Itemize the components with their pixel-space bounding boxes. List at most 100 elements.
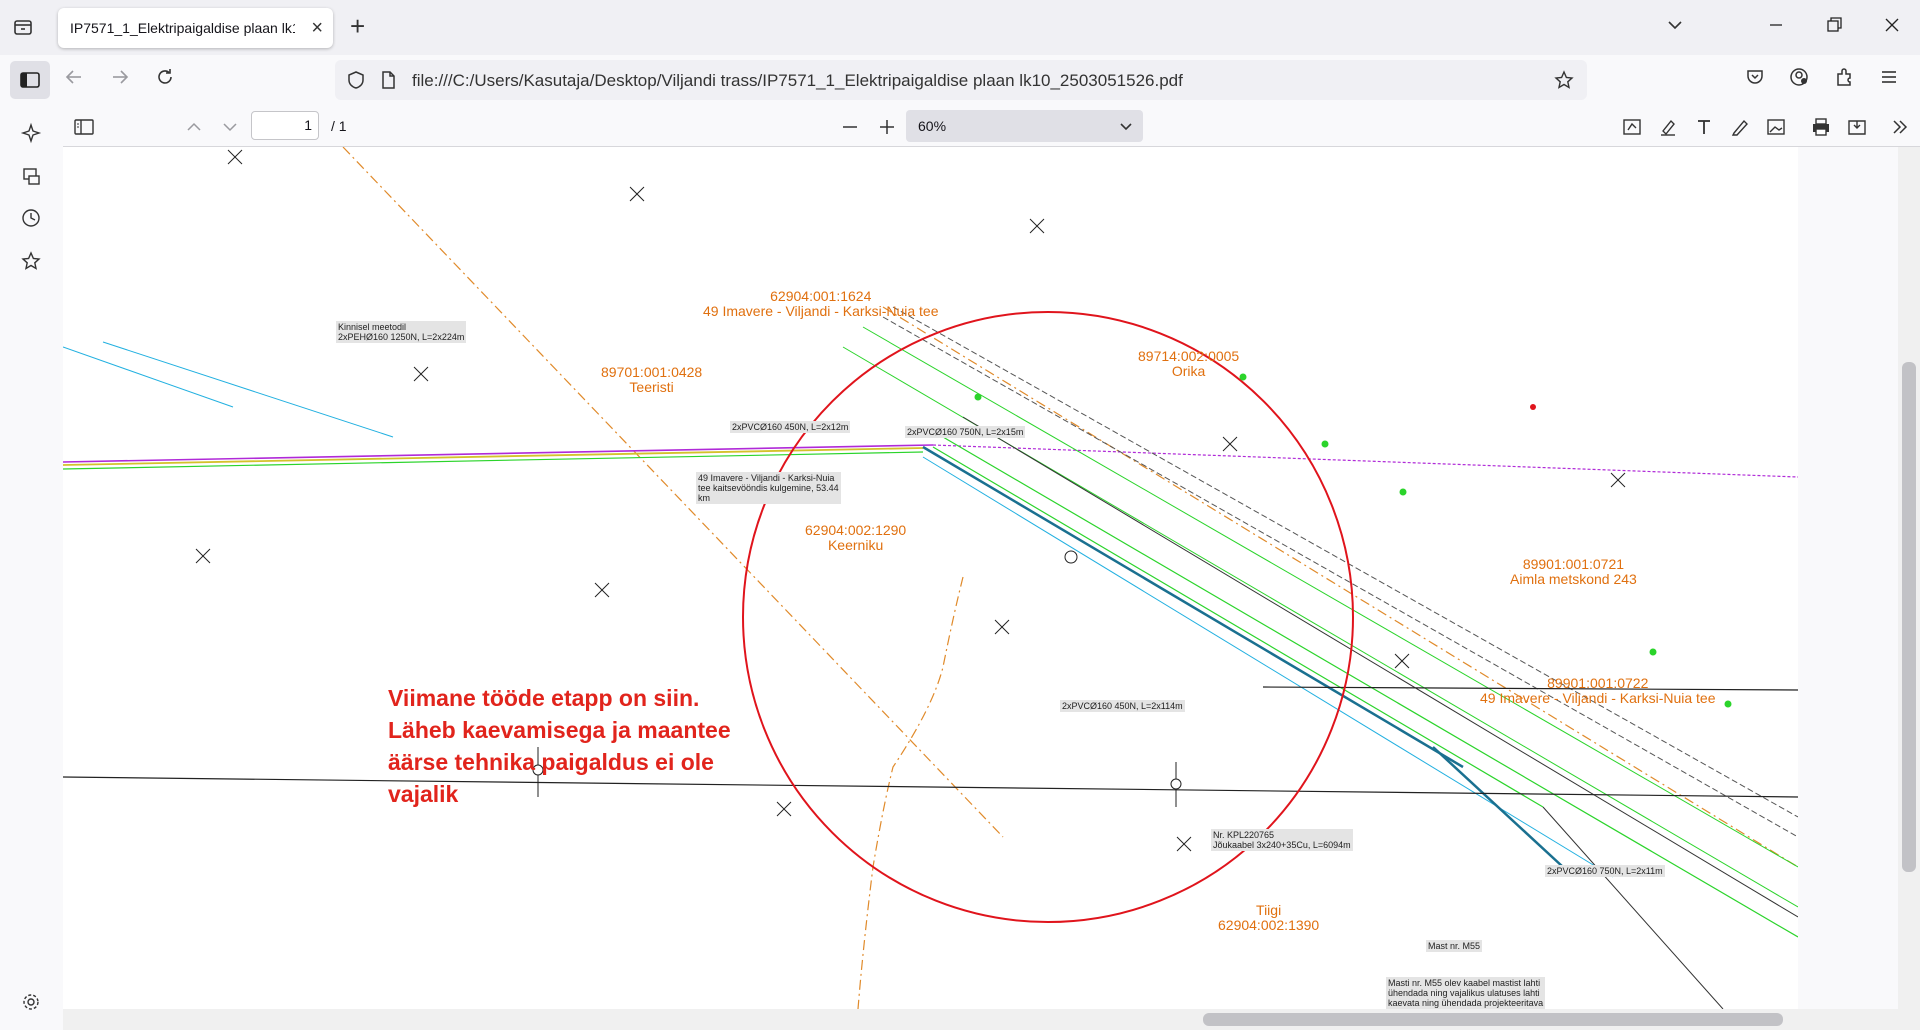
parcel-name: 49 Imavere - Viljandi - Karksi-Nuia tee — [703, 303, 939, 319]
label-line: 2xPEHØ160 1250N, L=2x224m — [338, 332, 465, 342]
forward-icon[interactable] — [109, 66, 131, 94]
parcel-name: Orika — [1171, 363, 1206, 379]
extensions-icon[interactable] — [1833, 66, 1855, 94]
parcel-id: 62904:001:1624 — [770, 288, 872, 304]
label-line: Masti nr. M55 olev kaabel mastist lahti — [1388, 978, 1541, 988]
parcel-id: 62904:002:1390 — [1218, 917, 1320, 933]
shield-icon[interactable] — [345, 69, 367, 91]
sidebar-toggle-button[interactable] — [10, 61, 50, 99]
drawing-label: Masti nr. M55 olev kaabel mastist lahti … — [1386, 977, 1546, 1009]
tools-overflow-icon[interactable] — [1889, 116, 1911, 138]
annotation-line: Läheb kaevamisega ja maantee — [388, 717, 731, 743]
horizontal-scroll-thumb[interactable] — [1203, 1013, 1783, 1026]
parcel-label: 62904:001:1624 49 Imavere - Viljandi - K… — [703, 289, 939, 319]
label-line: Nr. KPL220765 — [1213, 830, 1275, 840]
drawing-label: 2xPVCØ160 450N, L=2x114m — [1060, 700, 1185, 712]
minimize-icon[interactable] — [1765, 14, 1787, 41]
parcel-name: Teeristi — [629, 379, 674, 395]
pdf-sidebar-toggle-icon[interactable] — [73, 116, 95, 138]
drawing-label: Nr. KPL220765 Jõukaabel 3x240+35Cu, L=60… — [1211, 829, 1353, 851]
parcel-id: 89901:001:0721 — [1522, 556, 1625, 572]
tab-close-icon[interactable]: × — [311, 18, 323, 38]
drawing-label: 2xPVCØ160 750N, L=2x11m — [1545, 865, 1665, 877]
draw-icon[interactable] — [1729, 116, 1751, 138]
parcel-name: Tiigi — [1256, 902, 1282, 918]
navigation-bar: file:///C:/Users/Kasutaja/Desktop/Viljan… — [0, 55, 1920, 106]
pdf-page: 62904:001:1624 49 Imavere - Viljandi - K… — [63, 147, 1798, 1009]
label-line: Jõukaabel 3x240+35Cu, L=6094m — [1213, 840, 1351, 850]
reload-icon[interactable] — [154, 66, 176, 94]
synced-tabs-icon[interactable] — [20, 165, 44, 189]
parcel-label: 89901:001:0722 49 Imavere - Viljandi - K… — [1480, 676, 1716, 706]
red-annotation-text: Viimane tööde etapp on siin. Läheb kaeva… — [388, 682, 731, 810]
account-icon[interactable] — [1788, 66, 1810, 94]
print-icon[interactable] — [1810, 116, 1832, 138]
pdf-viewer: 62904:001:1624 49 Imavere - Viljandi - K… — [63, 147, 1920, 1030]
parcel-label: 62904:002:1290 Keerniku — [805, 523, 906, 553]
new-tab-icon[interactable]: + — [350, 12, 365, 40]
parcel-label: 89901:001:0721 Aimla metskond 243 — [1510, 557, 1637, 587]
chevron-down-icon — [1120, 123, 1132, 131]
vertical-scroll-thumb[interactable] — [1902, 362, 1916, 872]
tab-bar: IP7571_1_Elektripaigaldise plaan lk10 × … — [0, 0, 1920, 55]
tab-title: IP7571_1_Elektripaigaldise plaan lk10 — [70, 20, 295, 36]
parcel-name: 49 Imavere - Viljandi - Karksi-Nuia tee — [1480, 690, 1716, 706]
page-total: / 1 — [331, 118, 347, 134]
tab-list-icon[interactable] — [12, 16, 36, 40]
label-line: tee kaitsevööndis kulgemine, 53.44 — [698, 483, 839, 493]
label-line: Kinnisel meetodil — [338, 322, 407, 332]
horizontal-scrollbar[interactable] — [63, 1009, 1920, 1030]
save-icon[interactable] — [1846, 116, 1868, 138]
parcel-label: Tiigi 62904:002:1390 — [1218, 903, 1319, 933]
zoom-value: 60% — [918, 118, 947, 134]
annotation-line: vajalik — [388, 781, 459, 807]
parcel-name: Keerniku — [827, 537, 884, 553]
pdf-toolbar: 1 / 1 60% — [63, 106, 1920, 147]
annotation-line: Viimane tööde etapp on siin. — [388, 685, 700, 711]
label-line: ühendada ning vajalikus ulatuses lahti — [1388, 988, 1540, 998]
parcel-id: 89701:001:0428 — [601, 364, 703, 380]
page-number-input[interactable]: 1 — [251, 111, 319, 140]
zoom-select[interactable]: 60% — [906, 110, 1143, 142]
drawing-label: 49 Imavere - Viljandi - Karksi-Nuia tee … — [696, 472, 841, 504]
drawing-label: Mast nr. M55 — [1426, 940, 1483, 952]
parcel-name: Aimla metskond 243 — [1510, 571, 1637, 587]
drawing-label: 2xPVCØ160 450N, L=2x12m — [730, 421, 851, 433]
back-icon[interactable] — [63, 66, 85, 94]
label-line: kaevata ning ühendada projekteeritava — [1388, 998, 1544, 1008]
settings-gear-icon[interactable] — [20, 991, 44, 1015]
restore-icon[interactable] — [1823, 14, 1845, 41]
menu-icon[interactable] — [1878, 66, 1900, 94]
text-tool-icon[interactable] — [1693, 116, 1715, 138]
vertical-scrollbar[interactable] — [1898, 147, 1920, 1009]
ai-summary-icon[interactable] — [1621, 116, 1643, 138]
drawing-label: 2xPVCØ160 750N, L=2x15m — [905, 426, 1026, 438]
label-line: 49 Imavere - Viljandi - Karksi-Nuia — [698, 473, 835, 483]
parcel-label: 89714:002:0005 Orika — [1138, 349, 1239, 379]
url-text: file:///C:/Users/Kasutaja/Desktop/Viljan… — [412, 71, 1183, 90]
annotation-line: äärse tehnika paigaldus ei ole — [388, 749, 714, 775]
history-icon[interactable] — [20, 207, 44, 231]
browser-tab[interactable]: IP7571_1_Elektripaigaldise plaan lk10 × — [58, 8, 333, 48]
file-icon — [382, 71, 395, 89]
image-icon[interactable] — [1765, 116, 1787, 138]
next-page-icon[interactable] — [219, 116, 241, 138]
zoom-in-icon[interactable] — [876, 116, 898, 138]
bookmark-star-icon[interactable] — [1553, 69, 1575, 91]
pocket-icon[interactable] — [1744, 66, 1766, 94]
parcel-id: 89714:002:0005 — [1138, 348, 1240, 364]
list-all-tabs-icon[interactable] — [1664, 14, 1686, 41]
close-window-icon[interactable] — [1881, 14, 1903, 41]
drawing-label: Kinnisel meetodil 2xPEHØ160 1250N, L=2x2… — [336, 321, 467, 343]
browser-sidebar — [0, 106, 64, 1030]
highlight-icon[interactable] — [1657, 116, 1679, 138]
zoom-out-icon[interactable] — [839, 116, 861, 138]
parcel-id: 89901:001:0722 — [1547, 675, 1649, 691]
address-bar[interactable]: file:///C:/Users/Kasutaja/Desktop/Viljan… — [335, 60, 1587, 100]
previous-page-icon[interactable] — [183, 116, 205, 138]
label-line: km — [698, 493, 710, 503]
parcel-id: 62904:002:1290 — [805, 522, 907, 538]
ai-chatbot-icon[interactable] — [20, 122, 44, 146]
parcel-label: 89701:001:0428 Teeristi — [601, 365, 702, 395]
bookmarks-icon[interactable] — [20, 250, 44, 274]
